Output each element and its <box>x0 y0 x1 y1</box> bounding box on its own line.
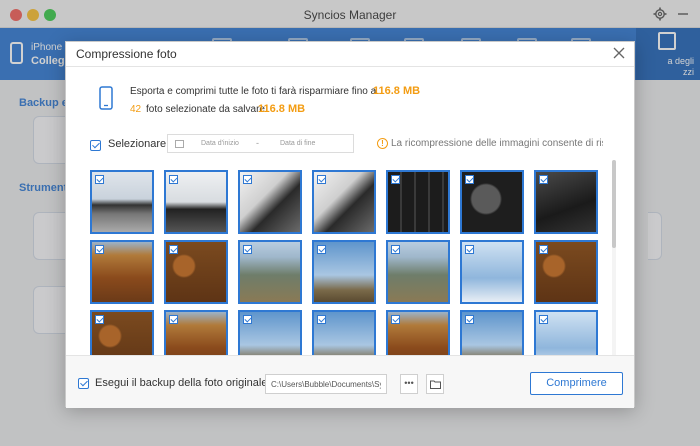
dialog-footer: Esegui il backup della foto originale ••… <box>66 355 634 408</box>
photo-checkbox[interactable] <box>95 245 104 254</box>
compress-photos-dialog: Compressione foto Esporta e comprimi tut… <box>65 41 635 408</box>
select-all-label[interactable]: Selezionare <box>108 138 166 150</box>
dialog-title: Compressione foto <box>76 47 177 61</box>
selected-info-text: foto selezionate da salvare <box>146 104 265 115</box>
photo-thumbnail[interactable] <box>312 310 376 356</box>
photo-thumbnail[interactable] <box>386 310 450 356</box>
photo-thumbnail[interactable] <box>164 170 228 234</box>
photo-thumbnail[interactable] <box>534 170 598 234</box>
savings-info-text: Esporta e comprimi tutte le foto ti farà… <box>130 86 377 97</box>
warning-icon: ! <box>377 138 388 149</box>
selected-size: 116.8 MB <box>258 103 306 115</box>
date-separator: - <box>256 138 259 148</box>
photo-thumbnail[interactable] <box>386 240 450 304</box>
recompression-warning: La ricompressione delle immagini consent… <box>391 138 603 149</box>
close-icon[interactable] <box>612 46 626 60</box>
folder-icon <box>430 380 441 389</box>
photo-checkbox[interactable] <box>391 245 400 254</box>
divider <box>66 66 634 67</box>
photo-thumbnail[interactable] <box>238 240 302 304</box>
photo-checkbox[interactable] <box>243 245 252 254</box>
photo-thumbnail[interactable] <box>534 310 598 356</box>
photo-thumbnail[interactable] <box>460 240 524 304</box>
photo-thumbnail[interactable] <box>90 310 154 356</box>
photo-thumbnail[interactable] <box>460 170 524 234</box>
photo-thumbnail[interactable] <box>164 240 228 304</box>
photo-checkbox[interactable] <box>169 245 178 254</box>
compress-button[interactable]: Comprimere <box>530 372 623 395</box>
photo-thumbnail[interactable] <box>534 240 598 304</box>
photo-grid <box>90 170 602 356</box>
photo-thumbnail[interactable] <box>238 310 302 356</box>
date-end-field[interactable]: Data di fine <box>280 140 315 147</box>
photo-thumbnail[interactable] <box>238 170 302 234</box>
photo-checkbox[interactable] <box>539 315 548 324</box>
select-all-checkbox[interactable] <box>90 140 101 151</box>
photo-checkbox[interactable] <box>317 245 326 254</box>
phone-icon <box>99 86 113 110</box>
photo-checkbox[interactable] <box>243 315 252 324</box>
backup-original-checkbox[interactable] <box>78 378 89 389</box>
open-folder-button[interactable] <box>426 374 444 394</box>
photo-checkbox[interactable] <box>169 175 178 184</box>
photo-checkbox[interactable] <box>317 175 326 184</box>
date-start-field[interactable]: Data d'inizio <box>201 140 239 147</box>
photo-checkbox[interactable] <box>391 315 400 324</box>
photo-checkbox[interactable] <box>465 175 474 184</box>
photo-thumbnail[interactable] <box>386 170 450 234</box>
backup-path-input[interactable] <box>265 374 387 394</box>
scrollbar-thumb[interactable] <box>612 160 616 248</box>
photo-checkbox[interactable] <box>95 315 104 324</box>
photo-thumbnail[interactable] <box>90 170 154 234</box>
date-range-filter[interactable]: Data d'inizio - Data di fine <box>167 134 354 153</box>
photo-checkbox[interactable] <box>317 315 326 324</box>
backup-original-label[interactable]: Esegui il backup della foto originale <box>95 377 267 389</box>
selected-count: 42 <box>130 104 142 115</box>
browse-more-button[interactable]: ••• <box>400 374 418 394</box>
photo-checkbox[interactable] <box>391 175 400 184</box>
photo-checkbox[interactable] <box>95 175 104 184</box>
photo-checkbox[interactable] <box>539 175 548 184</box>
photo-thumbnail[interactable] <box>312 170 376 234</box>
photo-thumbnail[interactable] <box>90 240 154 304</box>
photo-checkbox[interactable] <box>243 175 252 184</box>
savings-size: 116.8 MB <box>373 85 421 97</box>
photo-thumbnail[interactable] <box>312 240 376 304</box>
photo-checkbox[interactable] <box>539 245 548 254</box>
photo-thumbnail[interactable] <box>460 310 524 356</box>
photo-checkbox[interactable] <box>169 315 178 324</box>
photo-checkbox[interactable] <box>465 315 474 324</box>
photo-checkbox[interactable] <box>465 245 474 254</box>
calendar-icon[interactable] <box>175 140 184 148</box>
photo-thumbnail[interactable] <box>164 310 228 356</box>
